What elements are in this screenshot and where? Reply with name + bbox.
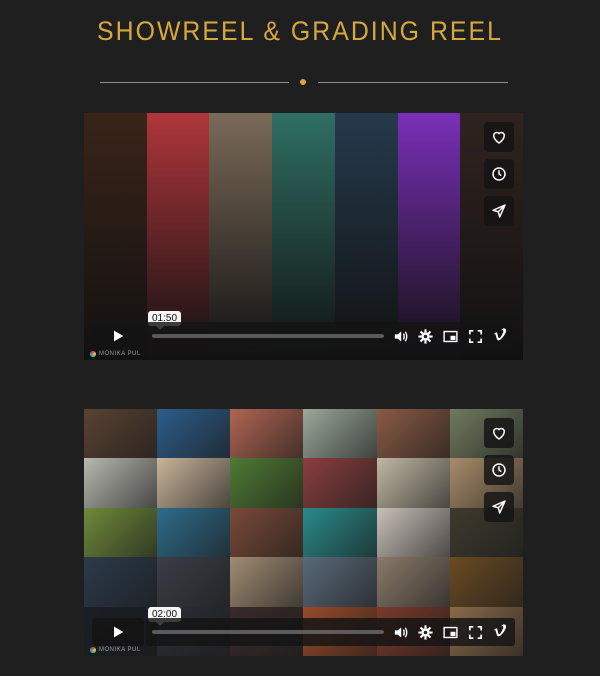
- play-icon: [114, 330, 124, 342]
- reel-tile: [230, 557, 304, 607]
- share-button[interactable]: [484, 196, 514, 226]
- grading-reel-video-player[interactable]: 02:00 MONIKA PUL: [84, 409, 523, 656]
- control-bar: [146, 322, 515, 350]
- clock-icon: [492, 463, 506, 477]
- watermark: MONIKA PUL: [90, 647, 141, 653]
- play-icon: [114, 626, 124, 638]
- reel-tile: [157, 409, 231, 459]
- paper-plane-icon: [492, 500, 506, 514]
- clock-icon: [492, 167, 506, 181]
- watermark: MONIKA PUL: [90, 351, 141, 357]
- title-divider-left: [100, 82, 289, 83]
- share-button[interactable]: [484, 492, 514, 522]
- reel-tile: [230, 458, 304, 508]
- reel-tile: [84, 557, 158, 607]
- progress-bar[interactable]: [152, 630, 384, 634]
- paper-plane-icon: [492, 204, 506, 218]
- control-bar: [146, 618, 515, 646]
- showreel-video-player[interactable]: 01:50 MONIKA PUL: [84, 113, 523, 360]
- reel-tile: [157, 507, 231, 558]
- reel-tile: [376, 458, 450, 508]
- reel-tile: [376, 557, 450, 607]
- heart-icon: [492, 131, 506, 144]
- like-button[interactable]: [484, 122, 514, 152]
- player-controls: [92, 322, 515, 350]
- like-button[interactable]: [484, 418, 514, 448]
- vimeo-icon[interactable]: [492, 327, 509, 345]
- heart-icon: [492, 427, 506, 440]
- reel-tile: [376, 507, 450, 558]
- picture-in-picture-icon[interactable]: [442, 624, 459, 641]
- watermark-logo-icon: [90, 647, 96, 653]
- page-title: SHOWREEL & GRADING REEL: [97, 16, 503, 46]
- reel-tile: [230, 507, 304, 558]
- fullscreen-icon[interactable]: [467, 624, 484, 641]
- player-controls: [92, 618, 515, 646]
- reel-tile: [303, 557, 377, 607]
- play-button[interactable]: [92, 618, 144, 646]
- vimeo-icon[interactable]: [492, 623, 509, 641]
- play-button[interactable]: [92, 322, 144, 350]
- reel-tile: [230, 409, 304, 459]
- reel-tile: [157, 458, 231, 508]
- reel-tile: [449, 557, 523, 607]
- volume-icon[interactable]: [392, 624, 409, 641]
- reel-tile: [376, 409, 450, 459]
- title-divider-right: [318, 82, 508, 83]
- fullscreen-icon[interactable]: [467, 328, 484, 345]
- reel-tile: [84, 409, 158, 459]
- volume-icon[interactable]: [392, 328, 409, 345]
- settings-icon[interactable]: [417, 624, 434, 641]
- settings-icon[interactable]: [417, 328, 434, 345]
- reel-tile: [84, 507, 158, 558]
- title-divider-dot: [300, 79, 306, 85]
- watch-later-button[interactable]: [484, 455, 514, 485]
- watch-later-button[interactable]: [484, 159, 514, 189]
- progress-bar[interactable]: [152, 334, 384, 338]
- picture-in-picture-icon[interactable]: [442, 328, 459, 345]
- reel-tile: [303, 409, 377, 459]
- reel-tile: [84, 458, 158, 508]
- watermark-logo-icon: [90, 351, 96, 357]
- reel-tile: [303, 458, 377, 508]
- reel-tile: [157, 557, 231, 607]
- reel-tile: [303, 507, 377, 558]
